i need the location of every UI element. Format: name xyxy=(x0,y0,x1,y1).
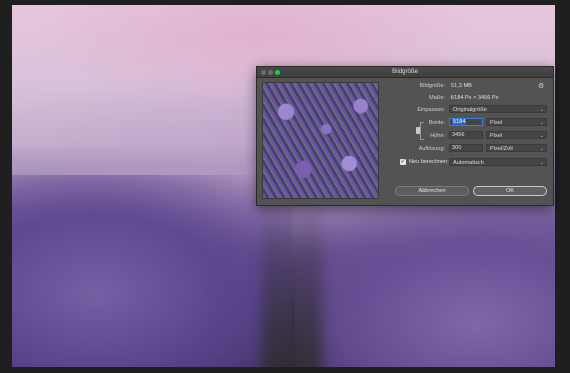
chevron-down-icon: ⌄ xyxy=(539,133,544,139)
resample-checkbox[interactable]: ✓ xyxy=(400,159,406,165)
fit-label: Einpassen: xyxy=(417,107,445,113)
image-size-dialog: Bildgröße Bildgröße: 51,3 MB ⚙ Maße: 518… xyxy=(256,66,554,206)
width-input[interactable]: 5184 xyxy=(449,118,483,126)
fit-select[interactable]: Originalgröße ⌄ xyxy=(449,105,547,113)
image-size-value: 51,3 MB xyxy=(451,83,472,89)
resolution-unit: Pixel/Zoll xyxy=(490,146,513,152)
resolution-unit-select[interactable]: Pixel/Zoll ⌄ xyxy=(486,144,547,152)
image-size-label: Bildgröße: xyxy=(419,83,446,89)
dimensions-chevron-icon[interactable]: ⌄ xyxy=(449,94,454,100)
resample-value: Automatisch xyxy=(453,160,484,166)
width-unit-select[interactable]: Pixel ⌄ xyxy=(486,118,547,126)
width-value: 5184 xyxy=(452,119,467,125)
height-label: Höhe: xyxy=(430,133,445,139)
resample-label: Neu berechnen: xyxy=(409,159,449,165)
ok-button[interactable]: OK xyxy=(473,186,547,196)
chevron-down-icon: ⌄ xyxy=(539,107,544,113)
cancel-button[interactable]: Abbrechen xyxy=(395,186,469,196)
width-unit: Pixel xyxy=(490,120,503,126)
lavender-field-right xyxy=(295,205,555,367)
height-value: 3456 xyxy=(452,132,465,138)
height-input[interactable]: 3456 xyxy=(449,131,483,139)
lavender-field-left xyxy=(12,175,292,367)
width-label: Breite: xyxy=(428,120,445,126)
height-unit-select[interactable]: Pixel ⌄ xyxy=(486,131,547,139)
resolution-label: Auflösung: xyxy=(418,146,445,152)
chevron-down-icon: ⌄ xyxy=(539,120,544,126)
dialog-title: Bildgröße xyxy=(392,69,418,75)
field-row-gap xyxy=(262,195,322,367)
dimensions-value: 5184 Px × 3456 Px xyxy=(451,95,499,101)
resample-select[interactable]: Automatisch ⌄ xyxy=(449,158,547,166)
dimensions-label: Maße: xyxy=(429,95,445,101)
chevron-down-icon: ⌄ xyxy=(539,146,544,152)
chevron-down-icon: ⌄ xyxy=(539,160,544,166)
height-unit: Pixel xyxy=(490,133,503,139)
gear-icon[interactable]: ⚙ xyxy=(538,82,544,90)
dialog-titlebar[interactable]: Bildgröße xyxy=(257,67,553,78)
resolution-value: 300 xyxy=(452,145,462,151)
resolution-input[interactable]: 300 xyxy=(449,144,483,152)
image-preview[interactable] xyxy=(262,82,379,199)
fit-value: Originalgröße xyxy=(453,107,487,113)
